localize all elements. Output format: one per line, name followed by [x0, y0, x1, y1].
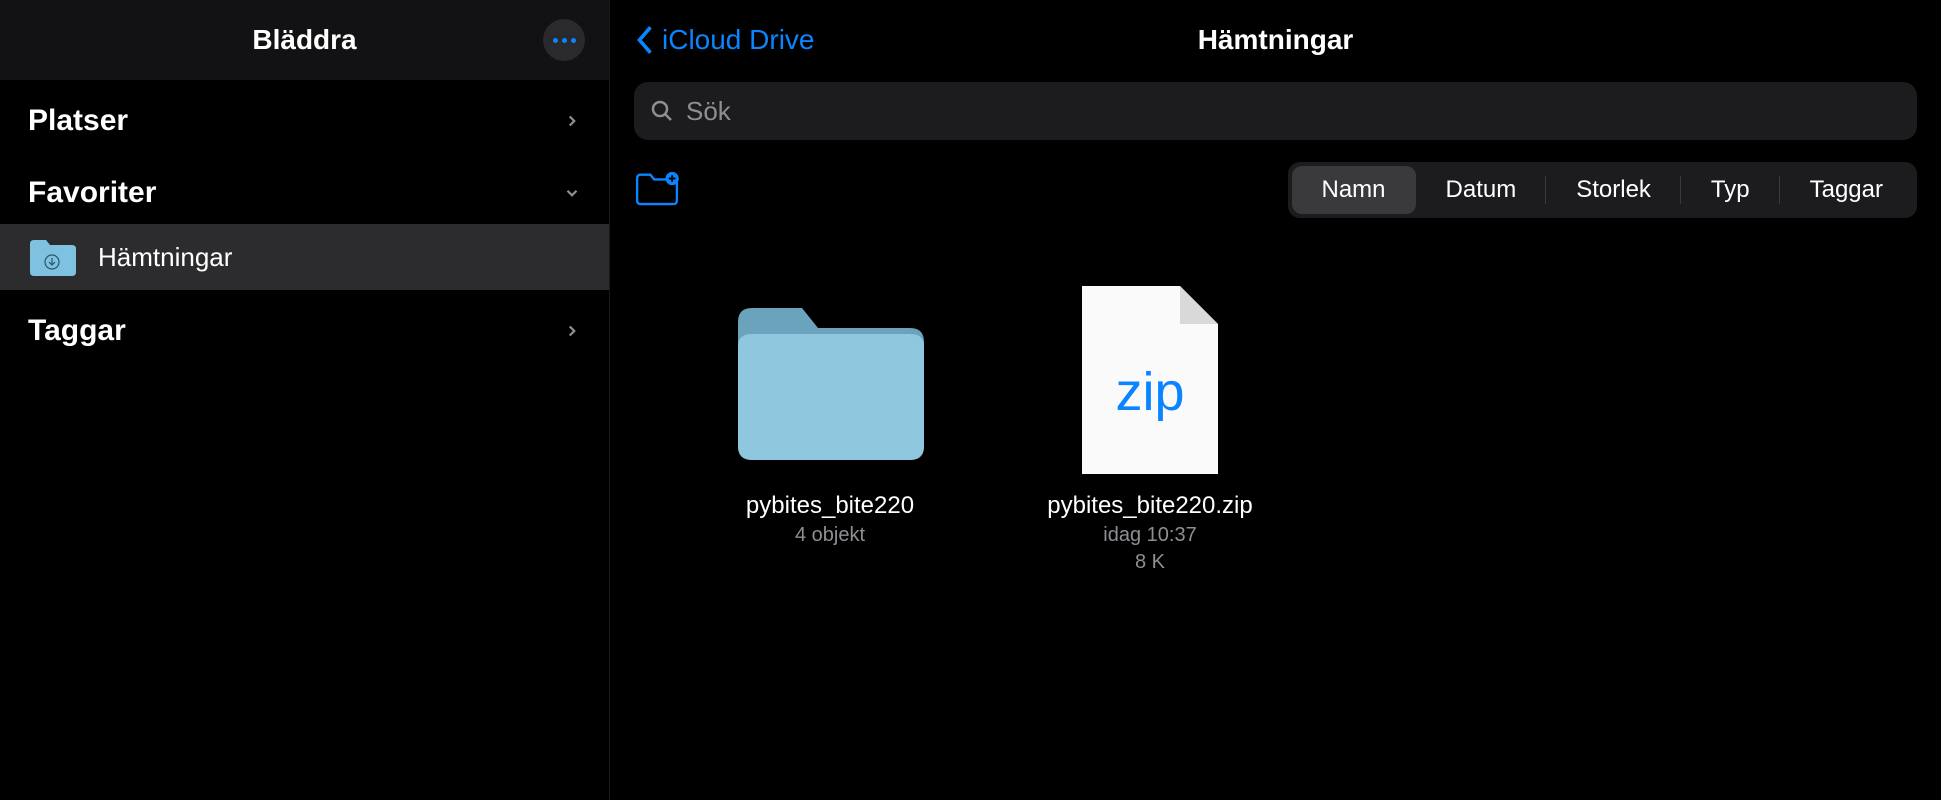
section-tags-label: Taggar [28, 314, 126, 348]
sort-tab-tags[interactable]: Taggar [1780, 166, 1913, 214]
section-tags[interactable]: Taggar [0, 290, 609, 362]
chevron-left-icon [634, 23, 656, 57]
sidebar-item-downloads[interactable]: Hämtningar [0, 224, 609, 290]
search-icon [650, 99, 674, 123]
section-places[interactable]: Platser [0, 80, 609, 152]
search-bar[interactable] [634, 82, 1917, 140]
more-dots-icon [553, 38, 558, 43]
file-name: pybites_bite220 [746, 492, 914, 520]
chevron-down-icon [563, 184, 581, 202]
file-meta-size: 8 K [1135, 551, 1165, 574]
zip-file-icon: zip [1050, 280, 1250, 480]
section-favorites[interactable]: Favoriter [0, 152, 609, 224]
svg-text:zip: zip [1115, 362, 1184, 422]
new-folder-button[interactable] [634, 170, 680, 211]
sort-tab-name[interactable]: Namn [1292, 166, 1416, 214]
more-dots-icon [562, 38, 567, 43]
zip-file-item[interactable]: zip pybites_bite220.zip idag 10:37 8 K [1030, 280, 1270, 574]
chevron-right-icon [563, 322, 581, 340]
sort-tab-type[interactable]: Typ [1681, 166, 1780, 214]
toolbar: Namn Datum Storlek Typ Taggar [610, 140, 1941, 240]
sort-tab-size[interactable]: Storlek [1546, 166, 1681, 214]
items-grid: pybites_bite220 4 objekt zip pybites_bit… [610, 240, 1941, 614]
sidebar-title: Bläddra [252, 24, 356, 56]
page-title: Hämtningar [1198, 24, 1354, 56]
file-meta: idag 10:37 [1103, 524, 1196, 547]
main-panel: iCloud Drive Hämtningar Namn Datum Storl… [610, 0, 1941, 800]
sidebar-header: Bläddra [0, 0, 609, 80]
more-button[interactable] [543, 19, 585, 61]
back-button[interactable]: iCloud Drive [634, 23, 815, 57]
back-label: iCloud Drive [662, 24, 815, 56]
search-input[interactable] [686, 96, 1901, 127]
downloads-folder-icon [28, 238, 76, 276]
folder-item[interactable]: pybites_bite220 4 objekt [710, 280, 950, 574]
chevron-right-icon [563, 112, 581, 130]
more-dots-icon [571, 38, 576, 43]
sort-segment: Namn Datum Storlek Typ Taggar [1288, 162, 1918, 218]
file-name: pybites_bite220.zip [1047, 492, 1252, 520]
folder-icon [730, 280, 930, 480]
new-folder-icon [634, 170, 680, 206]
sidebar-item-label: Hämtningar [98, 242, 232, 273]
section-places-label: Platser [28, 104, 128, 138]
sidebar: Bläddra Platser Favoriter Hämtningar Tag… [0, 0, 610, 800]
file-meta: 4 objekt [795, 524, 865, 547]
section-favorites-label: Favoriter [28, 176, 156, 210]
main-header: iCloud Drive Hämtningar [610, 0, 1941, 80]
sort-tab-date[interactable]: Datum [1416, 166, 1547, 214]
